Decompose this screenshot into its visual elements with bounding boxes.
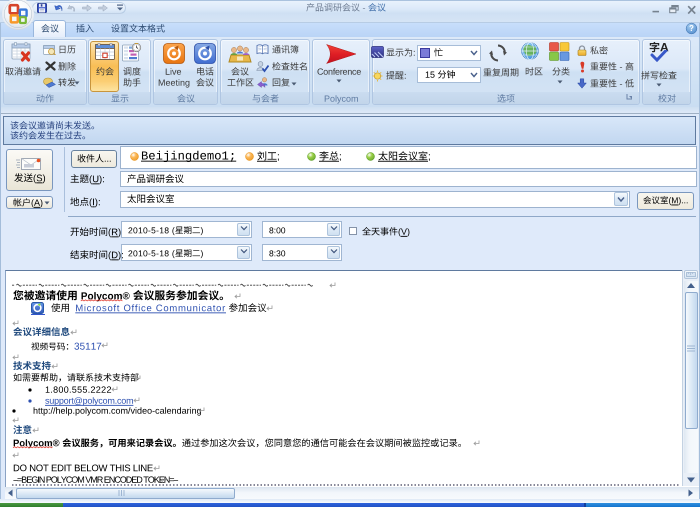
svg-text:?: ?	[689, 24, 694, 33]
